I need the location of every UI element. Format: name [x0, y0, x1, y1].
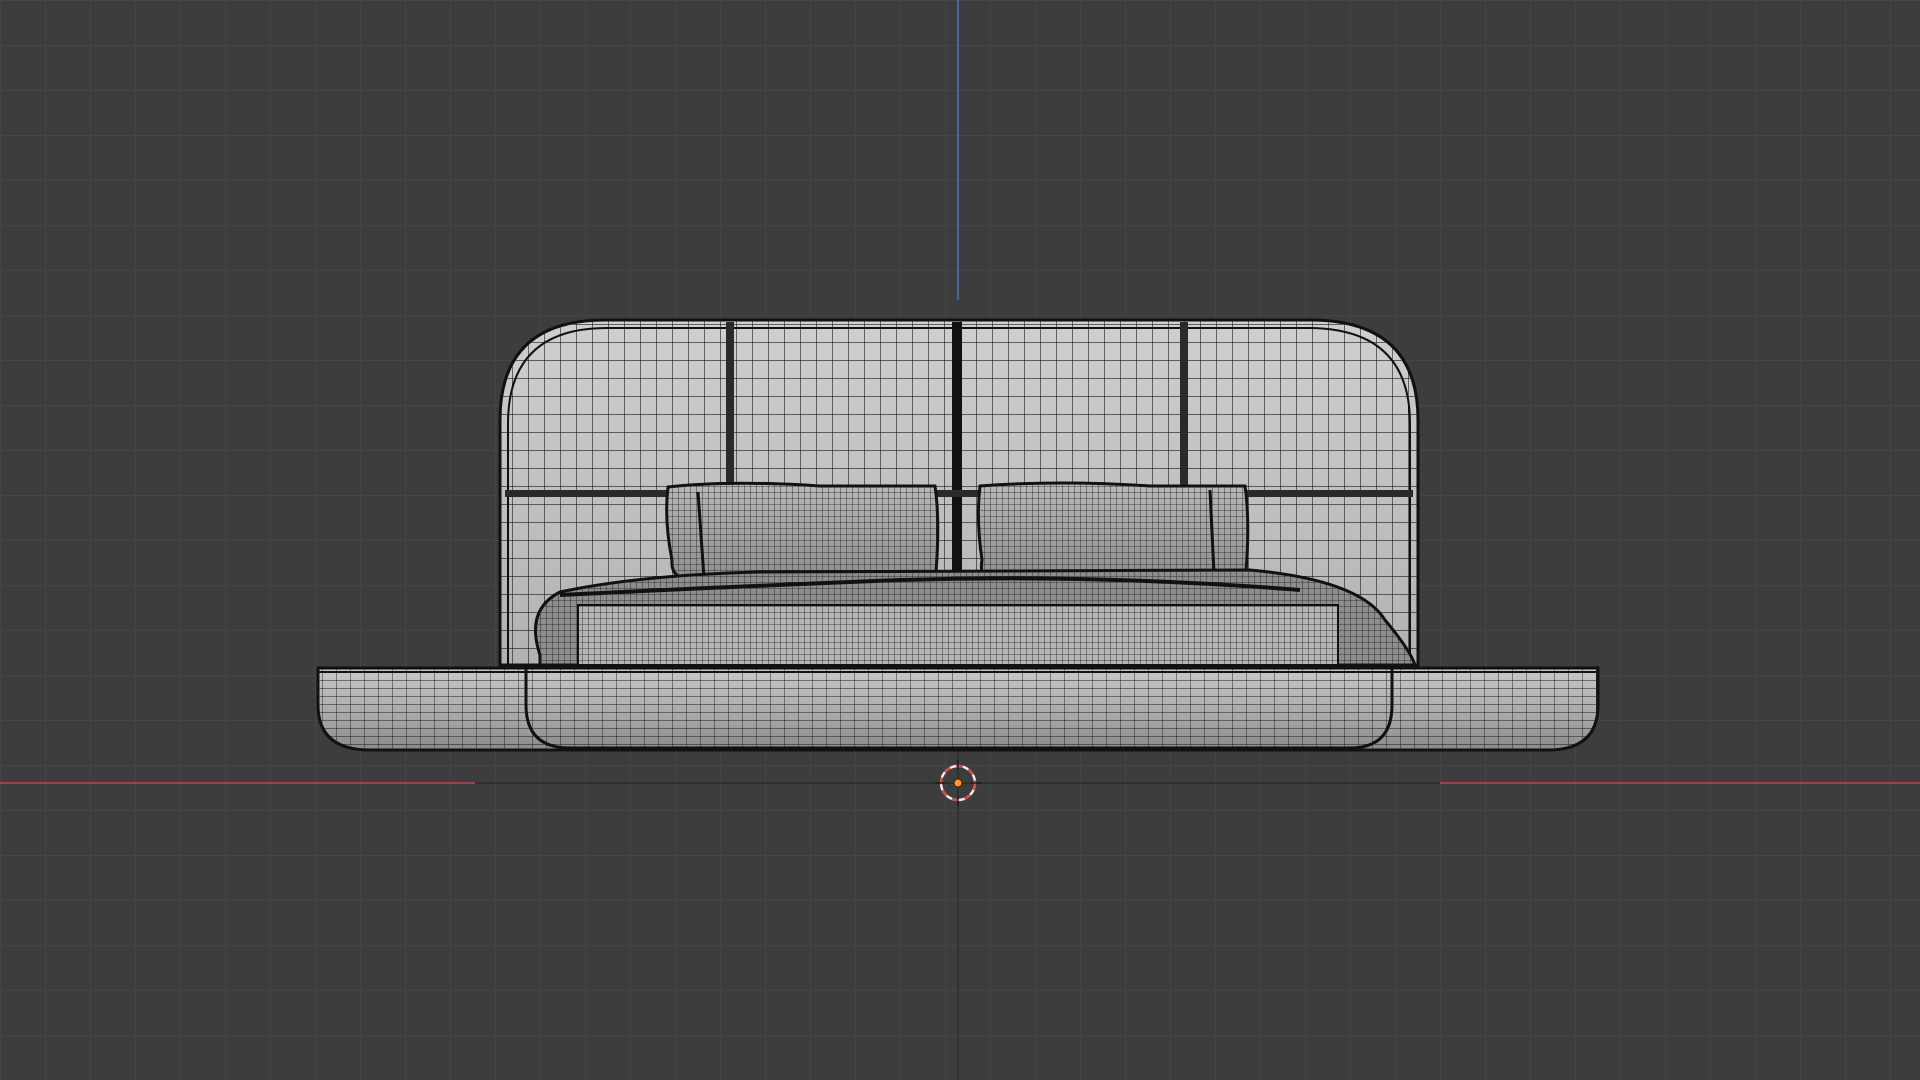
pillow-left[interactable]	[665, 481, 940, 582]
pillow-right[interactable]	[976, 481, 1250, 582]
headboard-divider	[505, 490, 1413, 497]
mattress[interactable]	[577, 604, 1339, 666]
3d-viewport[interactable]	[0, 0, 1920, 1080]
viewport-canvas[interactable]	[0, 0, 1920, 1080]
origin-icon[interactable]	[953, 778, 963, 788]
bed-platform[interactable]	[316, 666, 1600, 752]
